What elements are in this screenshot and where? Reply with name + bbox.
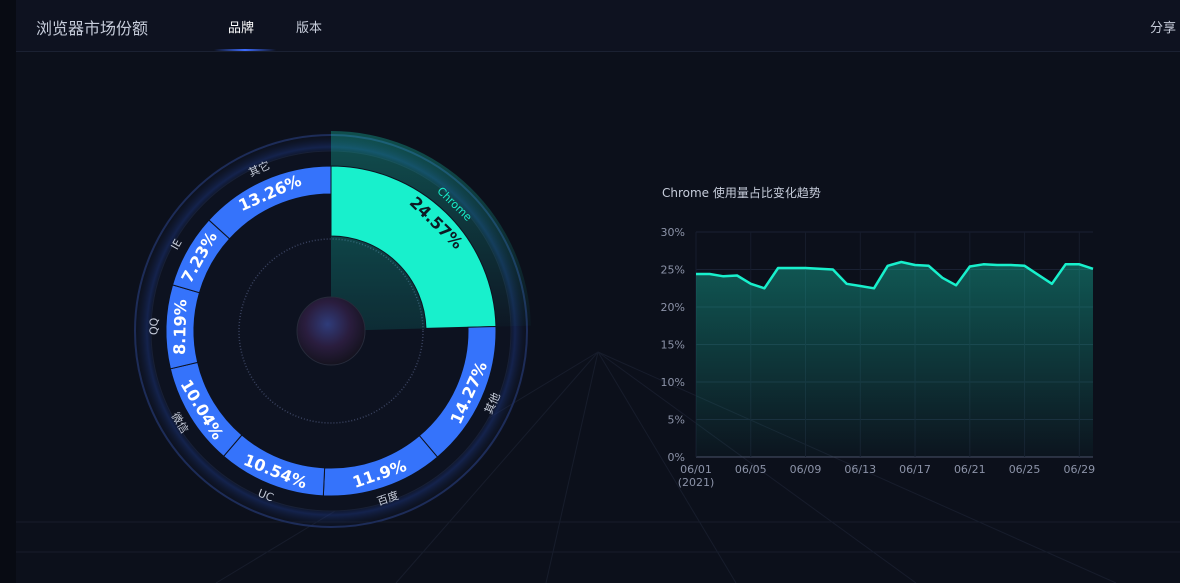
- y-tick-label: 20%: [661, 301, 685, 314]
- x-tick-label: 06/29: [1063, 463, 1095, 476]
- donut-category-label-5: QQ: [147, 317, 160, 335]
- donut-percent-label-5: 8.19%: [170, 299, 190, 355]
- y-tick-label: 15%: [661, 339, 685, 352]
- x-tick-label: 06/05: [735, 463, 767, 476]
- x-tick-label: 06/17: [899, 463, 931, 476]
- y-tick-label: 10%: [661, 376, 685, 389]
- x-tick-label: 06/25: [1009, 463, 1041, 476]
- x-tick-label: 06/01: [680, 463, 712, 476]
- left-edge-strip: [0, 0, 16, 583]
- tab-version[interactable]: 版本: [296, 17, 322, 36]
- active-tab-indicator: [214, 49, 276, 51]
- browser-share-donut-chart: 24.57%Chrome14.27%其他11.9%百度10.54%UC10.04…: [131, 131, 531, 531]
- y-tick-label: 30%: [661, 226, 685, 239]
- top-header: 浏览器市场份额 品牌 版本 分享: [16, 0, 1180, 52]
- chrome-area-fill: [696, 262, 1093, 457]
- y-tick-label: 25%: [661, 264, 685, 277]
- app-title: 浏览器市场份额: [36, 19, 149, 38]
- chrome-trend-area-chart: 0%5%10%15%20%25%30%06/01 06/05 06/09 06/13 0…: [661, 226, 1096, 489]
- x-year-label: (2021): [678, 476, 715, 489]
- tab-brand-label: 品牌: [228, 21, 255, 36]
- center-orb: [296, 296, 366, 366]
- x-tick-label: 06/13: [844, 463, 876, 476]
- trend-chart-title: Chrome 使用量占比变化趋势: [662, 186, 821, 200]
- x-tick-label: 06/09: [790, 463, 822, 476]
- share-button[interactable]: 分享: [1150, 17, 1176, 36]
- y-tick-label: 5%: [668, 414, 685, 427]
- x-tick-label: 06/21: [954, 463, 986, 476]
- tab-version-label: 版本: [296, 21, 323, 36]
- tab-brand[interactable]: 品牌: [214, 17, 276, 51]
